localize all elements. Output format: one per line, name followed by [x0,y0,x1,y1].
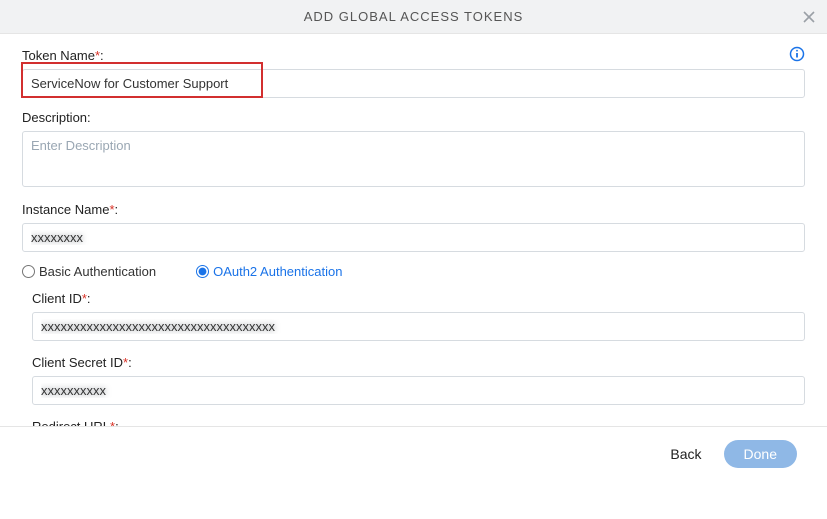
dialog-body: Token Name*: Description: Instance Name*… [0,34,827,426]
oauth2-auth-radio-input[interactable] [196,265,209,278]
client-secret-field: Client Secret ID*: [32,355,805,405]
colon: : [87,291,91,306]
instance-name-label-text: Instance Name [22,202,109,217]
token-name-label-text: Token Name [22,48,95,63]
redirect-url-label: Redirect URL*: [32,419,805,426]
token-name-input[interactable] [22,69,805,98]
token-name-label: Token Name*: [22,48,805,63]
close-icon[interactable] [801,9,817,25]
colon: : [115,202,119,217]
dialog-title: ADD GLOBAL ACCESS TOKENS [304,9,524,24]
redirect-url-label-text: Redirect URL [32,419,110,426]
oauth2-auth-radio[interactable]: OAuth2 Authentication [196,264,342,279]
client-secret-input[interactable] [32,376,805,405]
client-id-field: Client ID*: [32,291,805,341]
basic-auth-radio-input[interactable] [22,265,35,278]
description-label: Description: [22,110,805,125]
colon: : [100,48,104,63]
done-button[interactable]: Done [724,440,797,468]
oauth2-auth-label: OAuth2 Authentication [213,264,342,279]
basic-auth-label: Basic Authentication [39,264,156,279]
description-input[interactable] [22,131,805,187]
auth-radio-group: Basic Authentication OAuth2 Authenticati… [22,264,805,279]
token-name-field: Token Name*: [22,48,805,98]
info-icon[interactable] [789,46,805,62]
basic-auth-radio[interactable]: Basic Authentication [22,264,156,279]
client-id-label-text: Client ID [32,291,82,306]
redirect-url-field: Redirect URL*: [32,419,805,426]
client-secret-label: Client Secret ID*: [32,355,805,370]
colon: : [115,419,119,426]
instance-name-label: Instance Name*: [22,202,805,217]
instance-name-field: Instance Name*: [22,202,805,252]
colon: : [128,355,132,370]
instance-name-input[interactable] [22,223,805,252]
oauth2-section: Client ID*: Client Secret ID*: Redirect … [22,291,805,426]
client-id-label: Client ID*: [32,291,805,306]
back-button[interactable]: Back [666,440,705,468]
dialog-footer: Back Done [0,426,827,480]
dialog-header: ADD GLOBAL ACCESS TOKENS [0,0,827,34]
client-id-input[interactable] [32,312,805,341]
client-secret-label-text: Client Secret ID [32,355,123,370]
description-field: Description: [22,110,805,190]
